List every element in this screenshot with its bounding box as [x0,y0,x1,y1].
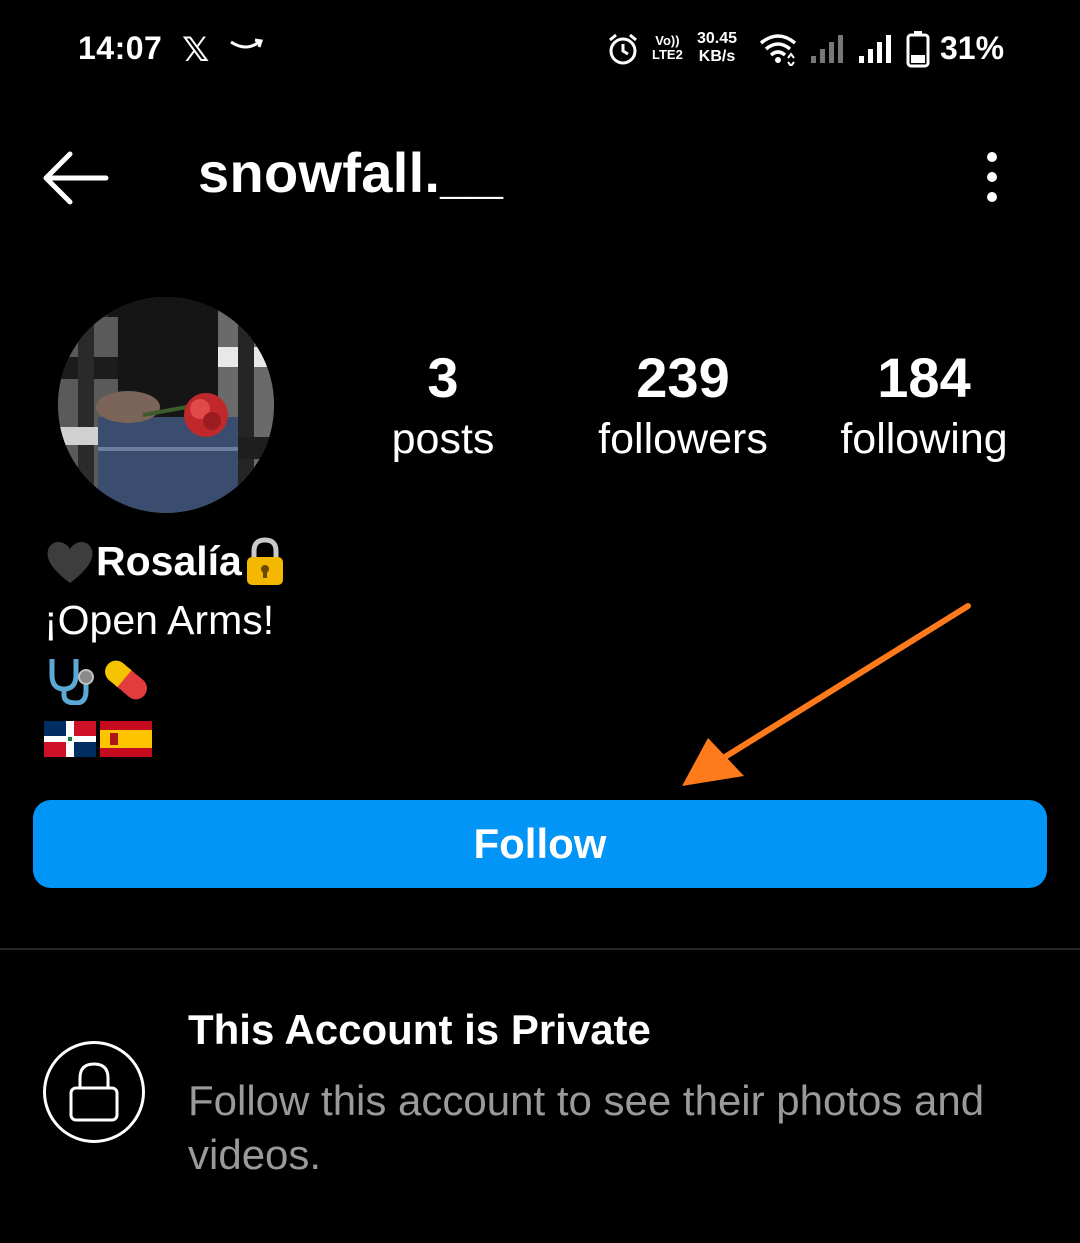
posts-stat: 3 posts [368,345,518,467]
battery-percent: 31% [940,30,1005,66]
battery-icon [906,30,930,73]
following-stat[interactable]: 184 following [824,345,1024,467]
stethoscope-icon [49,658,94,705]
bio-display-name: Rosalía [96,538,242,584]
bio-emoji-line-medical [44,650,288,709]
private-account-title: This Account is Private [188,1006,651,1053]
bio-line-1: ¡Open Arms! [44,597,275,643]
posts-label: posts [391,415,495,463]
x-logo-icon: 𝕏 [182,31,210,69]
spain-flag-icon [100,720,152,757]
status-time: 14:07 [78,30,163,66]
private-account-subtitle: Follow this account to see their photos … [188,1077,985,1178]
dominican-republic-flag-icon [44,720,96,757]
profile-avatar[interactable] [58,297,274,513]
pill-icon [105,660,147,699]
status-bar: 14:07 𝕏 Vo)) LTE2 30.45 KB/s 31% [0,0,1080,100]
signal-sim2-icon [858,34,892,69]
black-heart-icon [47,541,93,583]
follow-button[interactable]: Follow [33,800,1047,888]
followers-count: 239 [636,346,730,409]
wifi-icon [758,32,798,71]
lock-emoji-icon [246,536,283,585]
back-button[interactable] [40,150,116,210]
following-count: 184 [877,346,971,409]
section-divider [0,948,1080,950]
profile-bio: Rosalía ¡Open Arms! [44,532,288,768]
profile-username: snowfall.__ [198,141,504,204]
bio-emoji-line-flags [44,709,288,768]
posts-count: 3 [427,346,459,409]
back-arrow-icon [43,151,109,205]
signal-sim1-icon [810,34,844,69]
amazon-smile-icon [228,36,264,61]
bio-name-line: Rosalía [44,532,288,591]
avatar-photo [58,297,274,513]
followers-stat[interactable]: 239 followers [583,345,783,467]
volte-indicator: Vo)) LTE2 [652,33,683,62]
following-label: following [840,415,1008,463]
lock-icon [69,1062,119,1122]
annotation-arrow-icon [682,603,971,786]
more-options-button[interactable] [972,150,1012,206]
followers-label: followers [598,415,768,463]
private-lock-badge [43,1041,145,1143]
network-speed: 30.45 KB/s [697,30,738,65]
alarm-icon [606,32,640,71]
more-vertical-icon [987,152,997,202]
